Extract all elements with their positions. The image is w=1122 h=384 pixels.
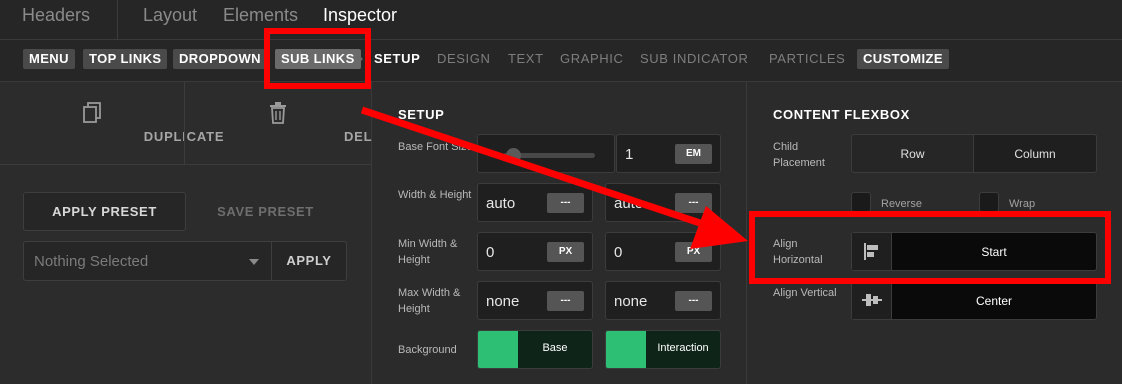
chip-dropdown[interactable]: DROPDOWN	[173, 49, 267, 69]
background-interaction-button[interactable]: Interaction	[605, 330, 721, 369]
divider	[0, 164, 372, 165]
tab-inspector[interactable]: Inspector	[323, 5, 397, 26]
tab-particles[interactable]: PARTICLES	[769, 51, 845, 66]
left-panel: DUPLICATE DELETE APPLY PRESET SAVE PRESE…	[0, 82, 399, 384]
base-font-size-label: Base Font Size	[398, 141, 473, 153]
unit-button[interactable]: PX	[675, 242, 712, 262]
min-width-input[interactable]: 0 PX	[477, 232, 593, 271]
tab-text[interactable]: TEXT	[508, 51, 544, 66]
font-size-slider[interactable]	[477, 134, 615, 173]
unit-button[interactable]: ---	[547, 291, 584, 311]
tab-design[interactable]: DESIGN	[437, 51, 490, 66]
tab-graphic[interactable]: GRAPHIC	[560, 51, 623, 66]
background-interaction-label: Interaction	[657, 342, 709, 354]
setup-title: SETUP	[398, 107, 445, 122]
min-height-input[interactable]: 0 PX	[605, 232, 721, 271]
child-placement-label: Child Placement	[773, 141, 825, 169]
chip-customize[interactable]: CUSTOMIZE	[857, 49, 949, 69]
tab-divider	[117, 0, 118, 40]
annotation-highlight-box	[264, 28, 371, 89]
base-font-size-input[interactable]: 1 EM	[616, 134, 721, 173]
placement-row-button[interactable]: Row	[851, 134, 974, 173]
align-vertical-label: Align Vertical	[773, 287, 837, 299]
unit-button[interactable]: PX	[547, 242, 584, 262]
flexbox-title: CONTENT FLEXBOX	[773, 107, 910, 122]
inspector-sub-nav: MENU TOP LINKS DROPDOWN SUB LINKS SETUP …	[0, 40, 1122, 82]
max-width-value: none	[486, 293, 520, 310]
tab-sub-indicator[interactable]: SUB INDICATOR	[640, 51, 748, 66]
width-input[interactable]: auto ---	[477, 183, 593, 222]
placement-row-label: Row	[900, 147, 925, 161]
save-preset-button[interactable]: SAVE PRESET	[198, 192, 333, 231]
width-value: auto	[486, 195, 516, 212]
reverse-checkbox[interactable]	[851, 192, 871, 212]
color-swatch	[478, 331, 518, 368]
delete-button[interactable]: DELETE	[185, 82, 399, 164]
min-width-value: 0	[486, 244, 495, 261]
height-input[interactable]: auto ---	[605, 183, 721, 222]
trash-icon	[270, 102, 286, 124]
apply-preset-button[interactable]: APPLY PRESET	[23, 192, 186, 231]
max-width-input[interactable]: none ---	[477, 281, 593, 320]
background-base-label: Base	[542, 342, 568, 354]
duplicate-icon	[83, 102, 101, 123]
max-width-height-label: Max Width & Height	[398, 287, 461, 315]
preset-select-value: Nothing Selected	[34, 253, 149, 270]
color-swatch	[606, 331, 646, 368]
setup-panel: SETUP Base Font Size 1 EM Width & Height…	[373, 82, 747, 384]
reverse-label: Reverse	[881, 198, 922, 210]
align-center-icon	[852, 282, 892, 319]
wrap-label: Wrap	[1009, 198, 1036, 210]
tab-setup[interactable]: SETUP	[374, 51, 420, 66]
unit-button[interactable]: EM	[675, 144, 712, 164]
min-height-value: 0	[614, 244, 623, 261]
base-font-size-value: 1	[625, 146, 634, 163]
min-width-height-label: Min Width & Height	[398, 238, 458, 266]
align-vertical-value: Center	[975, 294, 1013, 308]
background-label: Background	[398, 344, 457, 356]
chevron-down-icon	[249, 259, 259, 265]
background-base-button[interactable]: Base	[477, 330, 593, 369]
placement-column-label: Column	[1014, 147, 1056, 161]
tab-elements[interactable]: Elements	[223, 5, 298, 26]
top-tab-bar: Headers Layout Elements Inspector	[0, 0, 1122, 40]
duplicate-button[interactable]: DUPLICATE	[0, 82, 224, 164]
apply-button[interactable]: APPLY	[272, 241, 347, 281]
preset-select[interactable]: Nothing Selected	[23, 241, 272, 281]
unit-button[interactable]: ---	[675, 193, 712, 213]
slider-handle[interactable]	[506, 148, 521, 163]
chip-menu[interactable]: MENU	[23, 49, 75, 69]
chip-top-links[interactable]: TOP LINKS	[83, 49, 168, 69]
height-value: auto	[614, 195, 644, 212]
wrap-checkbox[interactable]	[979, 192, 999, 212]
tab-layout[interactable]: Layout	[143, 5, 197, 26]
annotation-highlight-box	[749, 211, 1111, 284]
align-vertical-select[interactable]: Center	[851, 281, 1097, 320]
max-height-value: none	[614, 293, 648, 310]
max-height-input[interactable]: none ---	[605, 281, 721, 320]
tab-headers[interactable]: Headers	[22, 5, 90, 26]
unit-button[interactable]: ---	[675, 291, 712, 311]
unit-button[interactable]: ---	[547, 193, 584, 213]
placement-column-button[interactable]: Column	[973, 134, 1097, 173]
width-height-label: Width & Height	[398, 189, 472, 201]
